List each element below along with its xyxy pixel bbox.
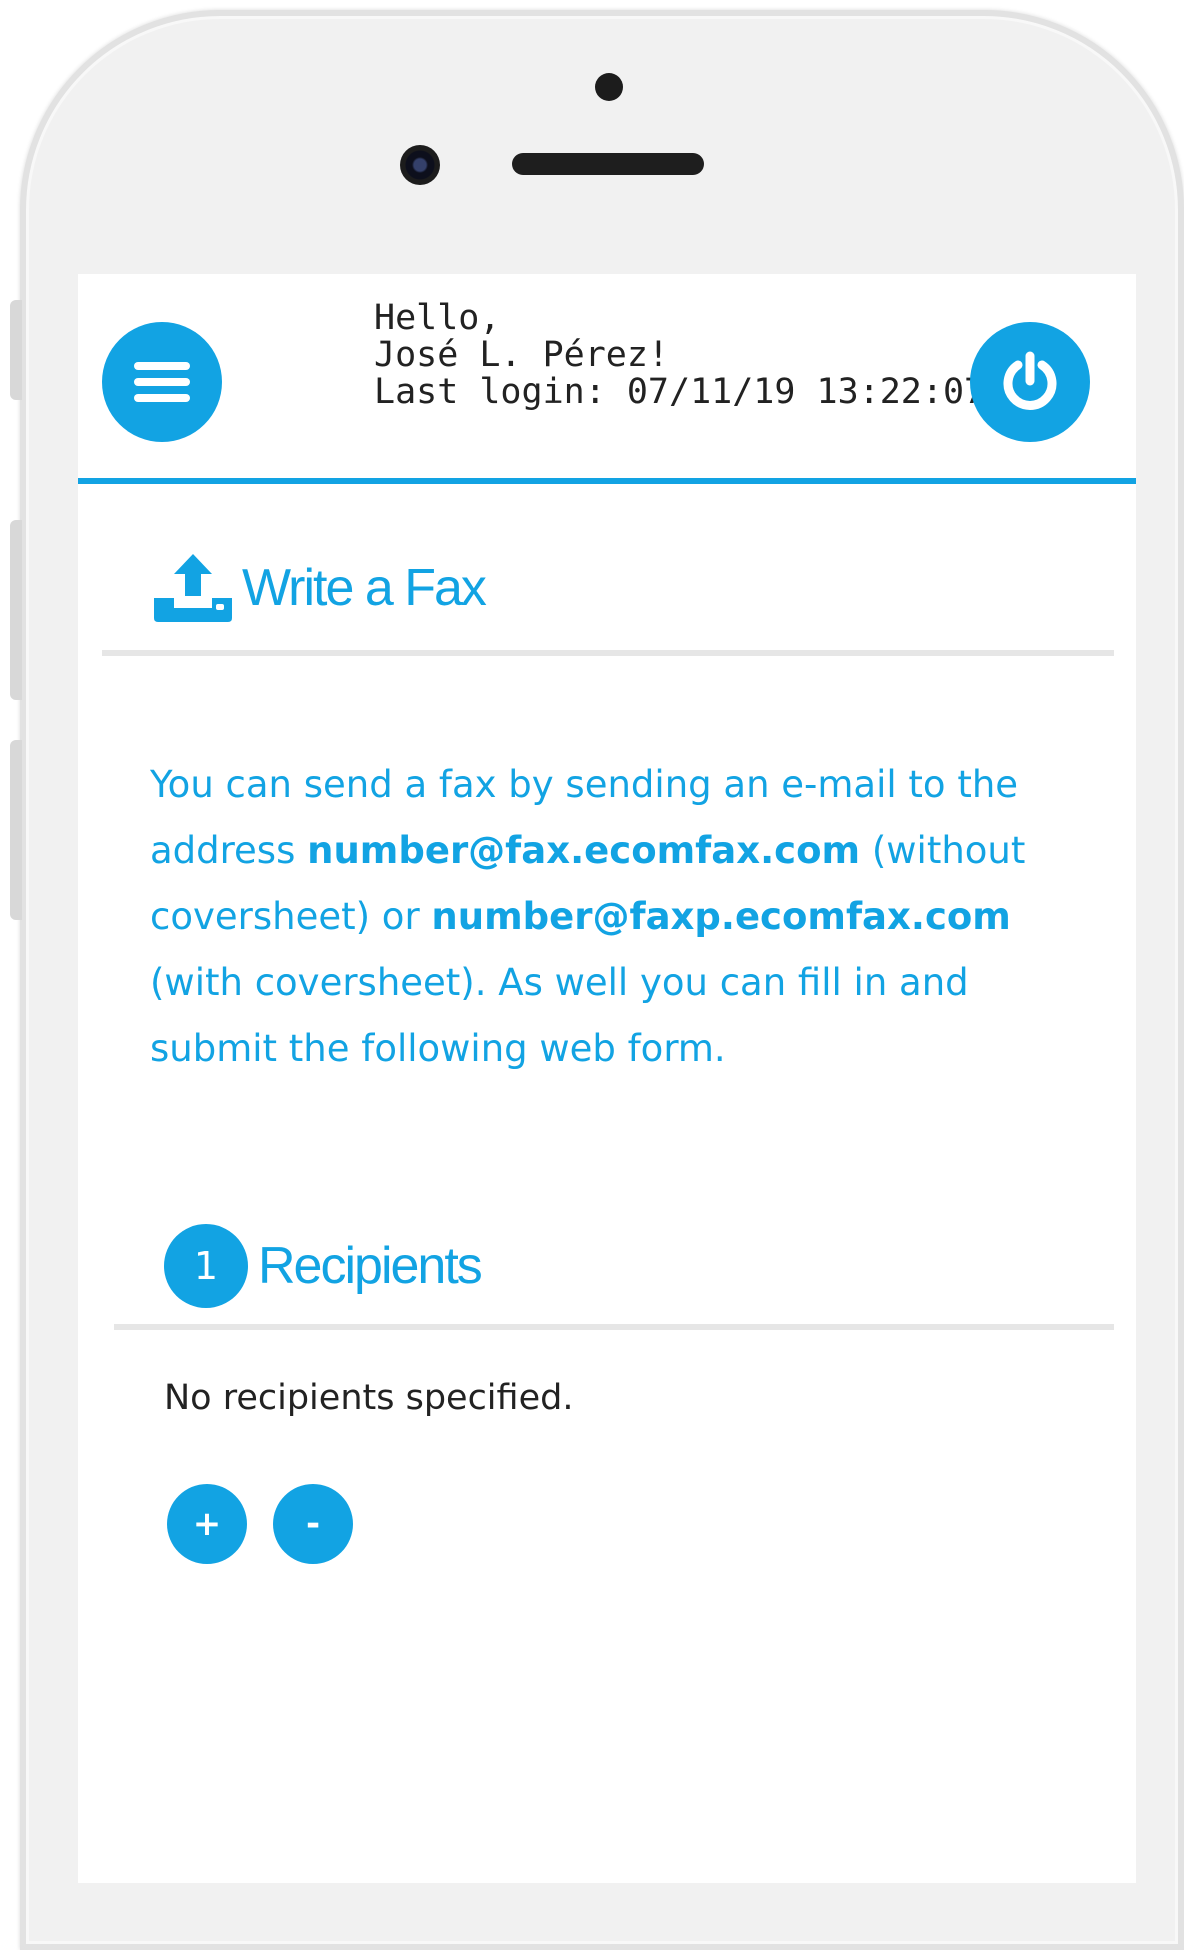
logout-button[interactable] xyxy=(970,322,1090,442)
remove-recipient-button[interactable]: - xyxy=(273,1484,353,1564)
write-fax-heading: Write a Fax xyxy=(152,552,487,624)
step-number-badge: 1 xyxy=(164,1224,248,1308)
phone-sensor-dot xyxy=(595,73,623,101)
add-recipient-button[interactable]: + xyxy=(167,1484,247,1564)
email-with-coversheet: number@faxp.ecomfax.com xyxy=(431,895,1011,938)
phone-volume-down-button xyxy=(10,740,22,920)
app-screen: Hello, José L. Pérez! Last login: 07/11/… xyxy=(78,274,1136,1883)
info-text-part3: (with coversheet). As well you can fill … xyxy=(150,961,969,1070)
phone-camera xyxy=(400,145,440,185)
power-icon xyxy=(1003,351,1057,410)
last-login: Last login: 07/11/19 13:22:07 xyxy=(374,372,986,412)
section-divider xyxy=(114,1324,1114,1330)
recipients-title: Recipients xyxy=(258,1237,483,1295)
phone-side-button xyxy=(10,300,22,400)
menu-button[interactable] xyxy=(102,322,222,442)
recipients-heading: 1 Recipients xyxy=(164,1224,483,1308)
write-fax-title: Write a Fax xyxy=(242,559,487,617)
phone-volume-up-button xyxy=(10,520,22,700)
top-bar: Hello, José L. Pérez! Last login: 07/11/… xyxy=(78,274,1136,484)
greeting-user-name: José L. Pérez! xyxy=(374,335,670,375)
phone-speaker xyxy=(512,153,704,175)
hamburger-icon xyxy=(134,362,190,402)
user-greeting: Hello, José L. Pérez! Last login: 07/11/… xyxy=(374,300,985,411)
fax-info-text: You can send a fax by sending an e-mail … xyxy=(150,752,1080,1082)
upload-icon xyxy=(154,554,232,622)
email-without-coversheet: number@fax.ecomfax.com xyxy=(307,829,861,872)
section-divider xyxy=(102,650,1114,656)
greeting-hello: Hello, xyxy=(374,298,501,338)
no-recipients-message: No recipients specified. xyxy=(164,1378,574,1418)
